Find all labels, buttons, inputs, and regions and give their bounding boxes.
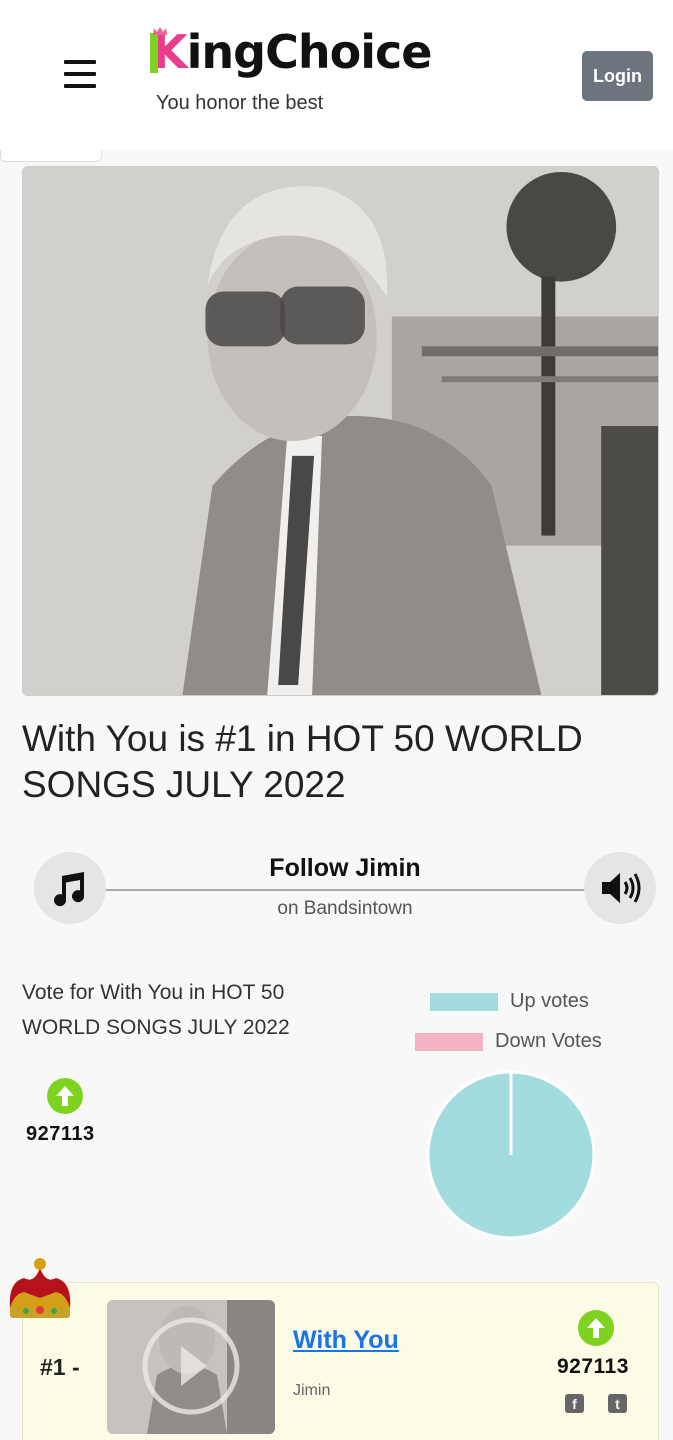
votes-pie-chart bbox=[426, 1070, 596, 1240]
music-note-button[interactable] bbox=[34, 852, 106, 924]
arrow-up-icon bbox=[587, 1318, 605, 1338]
follow-divider bbox=[100, 889, 590, 891]
speaker-icon bbox=[602, 873, 641, 903]
arrow-up-icon bbox=[56, 1086, 74, 1106]
ranking-vote-count: 927113 bbox=[557, 1355, 629, 1378]
logo-text: ingChoice bbox=[186, 25, 433, 79]
song-thumbnail[interactable] bbox=[107, 1300, 275, 1434]
login-button[interactable]: Login bbox=[582, 51, 653, 101]
site-logo[interactable]: KingChoice bbox=[152, 25, 433, 79]
twitter-icon[interactable]: t bbox=[608, 1394, 627, 1413]
crown-icon bbox=[9, 1258, 71, 1318]
legend-label-up: Up votes bbox=[510, 990, 589, 1012]
legend-label-down: Down Votes bbox=[495, 1030, 602, 1052]
vote-count: 927113 bbox=[26, 1123, 95, 1145]
tagline: You honor the best bbox=[156, 92, 324, 114]
legend-swatch-up bbox=[430, 992, 498, 1011]
rank-number: #1 - bbox=[40, 1354, 80, 1380]
hamburger-menu-icon[interactable] bbox=[64, 60, 98, 90]
upvote-button[interactable] bbox=[47, 1078, 83, 1114]
page-title: With You is #1 in HOT 50 WORLD SONGS JUL… bbox=[22, 718, 583, 805]
artist-name: Jimin bbox=[293, 1382, 331, 1399]
hero-image bbox=[22, 166, 659, 696]
legend-up-votes: Up votes bbox=[430, 990, 589, 1013]
vote-prompt: Vote for With You in HOT 50 WORLD SONGS … bbox=[22, 981, 290, 1039]
follow-bar: Follow Jimin on Bandsintown bbox=[34, 852, 656, 924]
upvote-button-ranking[interactable] bbox=[578, 1310, 614, 1346]
song-link[interactable]: With You bbox=[293, 1326, 399, 1355]
play-icon bbox=[107, 1300, 275, 1434]
site-header: KingChoice You honor the best Login bbox=[0, 0, 673, 150]
legend-down-votes: Down Votes bbox=[415, 1030, 602, 1053]
logo-crown-icon bbox=[153, 27, 167, 35]
artist-photo-icon bbox=[23, 167, 658, 695]
music-note-icon bbox=[54, 872, 85, 907]
speaker-button[interactable] bbox=[584, 852, 656, 924]
follow-subtitle: on Bandsintown bbox=[277, 898, 413, 919]
legend-swatch-down bbox=[415, 1032, 483, 1051]
tab-stub bbox=[0, 150, 102, 162]
facebook-icon[interactable]: f bbox=[565, 1394, 584, 1413]
follow-title[interactable]: Follow Jimin bbox=[194, 854, 496, 883]
